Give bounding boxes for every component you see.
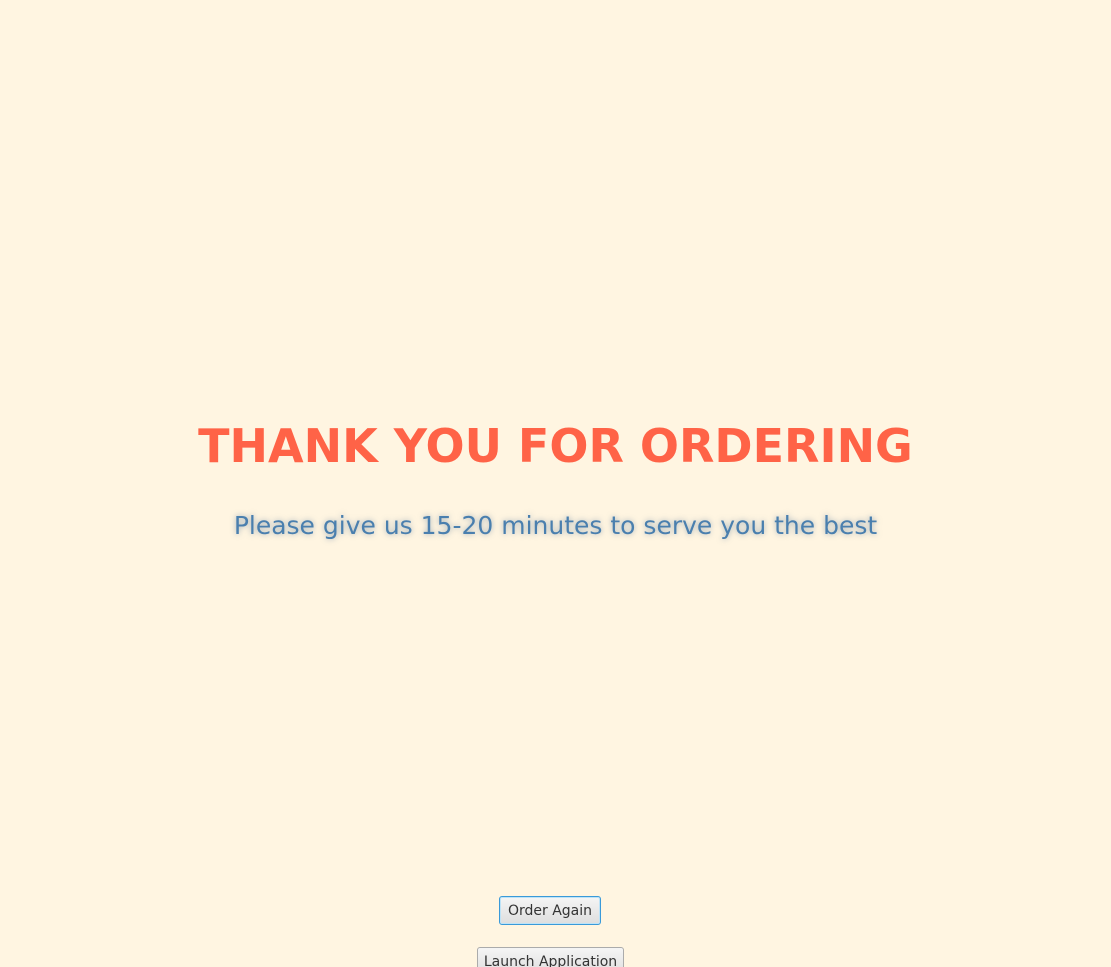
thank-you-title: THANK YOU FOR ORDERING — [198, 419, 913, 473]
launch-application-button[interactable]: Launch Application — [477, 947, 624, 967]
order-again-button[interactable]: Order Again — [499, 896, 601, 925]
wait-time-message: Please give us 15-20 minutes to serve yo… — [233, 511, 878, 540]
thank-you-page: THANK YOU FOR ORDERING Please give us 15… — [0, 0, 1111, 967]
